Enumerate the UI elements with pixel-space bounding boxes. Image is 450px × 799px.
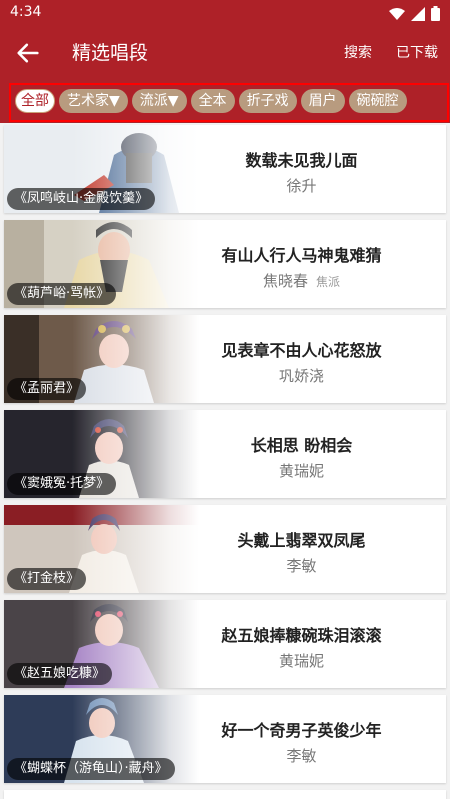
battery-icon (431, 6, 440, 21)
song-title: 数载未见我儿面 (245, 151, 358, 170)
play-name-badge: 《葫芦峪·骂帐》 (7, 283, 117, 305)
performer-name: 徐升 (286, 177, 317, 195)
opera-thumbnail: 《赵五娘吃糠》 (4, 600, 199, 688)
play-name-badge: 《蝴蝶杯（游龟山）·藏舟》 (7, 758, 175, 780)
song-info: 赵五娘捧糠碗珠泪滚滚 黄瑞妮 (199, 600, 404, 688)
opera-thumbnail: 《打金枝》 (4, 505, 199, 593)
status-time: 4:34 (10, 4, 42, 20)
school-tag: 焦派 (316, 275, 341, 289)
performer-name: 李敏 (286, 747, 317, 765)
filter-highlight-box (9, 83, 449, 122)
performer-name: 黄瑞妮 (278, 462, 324, 480)
performer-name: 黄瑞妮 (278, 652, 324, 670)
opera-thumbnail: 《蝴蝶杯（游龟山）·藏舟》 (4, 695, 199, 783)
song-title: 见表章不由人心花怒放 (221, 341, 382, 360)
back-arrow-icon[interactable] (14, 39, 42, 67)
play-name-badge: 《打金枝》 (7, 568, 87, 590)
search-button[interactable]: 搜索 (344, 42, 372, 62)
performer-name: 焦晓春 (262, 272, 308, 290)
song-card[interactable]: 《赵五娘吃糠》 赵五娘捧糠碗珠泪滚滚 黄瑞妮 (4, 600, 446, 688)
song-card[interactable]: 《窦娥冤·托梦》 长相思 盼相会 黄瑞妮 (4, 410, 446, 498)
play-name-badge: 《孟丽君》 (7, 378, 87, 400)
performer-name: 巩娇浇 (278, 367, 324, 385)
song-title: 赵五娘捧糠碗珠泪滚滚 (221, 626, 382, 645)
page-title: 精选唱段 (72, 42, 149, 64)
song-list: 《凤鸣岐山·金殿饮羹》 数载未见我儿面 徐升 《葫芦峪·骂帐》 有山人行人马神鬼… (0, 123, 450, 799)
song-title: 头戴上翡翠双凤尾 (237, 531, 366, 550)
wifi-icon (389, 7, 405, 20)
song-title: 好一个奇男子英俊少年 (221, 721, 382, 740)
play-name-badge: 《凤鸣岐山·金殿饮羹》 (7, 188, 156, 210)
song-card-partial[interactable] (4, 790, 446, 799)
status-bar: 4:34 (0, 0, 450, 26)
song-card[interactable]: 《孟丽君》 见表章不由人心花怒放 巩娇浇 (4, 315, 446, 403)
song-info: 长相思 盼相会 黄瑞妮 (199, 410, 404, 498)
song-info: 数载未见我儿面 徐升 (199, 125, 404, 213)
opera-thumbnail: 《凤鸣岐山·金殿饮羹》 (4, 125, 199, 213)
song-title: 长相思 盼相会 (250, 436, 353, 455)
song-info: 头戴上翡翠双凤尾 李敏 (199, 505, 404, 593)
song-card[interactable]: 《凤鸣岐山·金殿饮羹》 数载未见我儿面 徐升 (4, 125, 446, 213)
opera-thumbnail: 《葫芦峪·骂帐》 (4, 220, 199, 308)
song-info: 有山人行人马神鬼难猜 焦晓春 焦派 (199, 220, 404, 308)
downloaded-button[interactable]: 已下载 (396, 42, 438, 62)
app-bar: 精选唱段 搜索 已下载 (0, 26, 450, 80)
opera-thumbnail: 《窦娥冤·托梦》 (4, 410, 199, 498)
song-card[interactable]: 《蝴蝶杯（游龟山）·藏舟》 好一个奇男子英俊少年 李敏 (4, 695, 446, 783)
song-info: 见表章不由人心花怒放 巩娇浇 (199, 315, 404, 403)
opera-thumbnail: 《孟丽君》 (4, 315, 199, 403)
song-card[interactable]: 《打金枝》 头戴上翡翠双凤尾 李敏 (4, 505, 446, 593)
system-icons (389, 6, 440, 21)
filter-bar: 全部 艺术家▼ 流派▼ 全本 折子戏 眉户 碗碗腔 (0, 80, 450, 123)
play-name-badge: 《窦娥冤·托梦》 (7, 473, 117, 495)
song-info: 好一个奇男子英俊少年 李敏 (199, 695, 404, 783)
signal-icon (411, 6, 425, 21)
play-name-badge: 《赵五娘吃糠》 (7, 663, 113, 685)
song-title: 有山人行人马神鬼难猜 (221, 246, 382, 265)
performer-name: 李敏 (286, 557, 317, 575)
song-card[interactable]: 《葫芦峪·骂帐》 有山人行人马神鬼难猜 焦晓春 焦派 (4, 220, 446, 308)
